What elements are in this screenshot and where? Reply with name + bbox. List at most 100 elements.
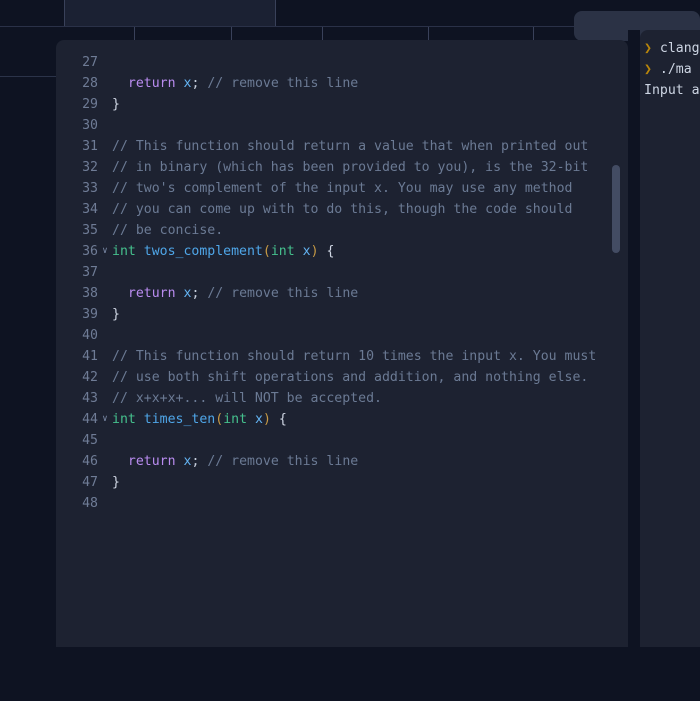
- token-kw: return: [127, 286, 176, 301]
- code-line[interactable]: 41∨// This function should return 10 tim…: [56, 346, 628, 367]
- code-line[interactable]: 43∨// x+x+x+... will NOT be accepted.: [56, 388, 628, 409]
- code-text[interactable]: // two's complement of the input x. You …: [112, 178, 628, 199]
- line-number: 44: [82, 412, 98, 427]
- token-typ: int: [270, 244, 295, 259]
- line-number: 31: [82, 139, 98, 154]
- line-number: 33: [82, 181, 98, 196]
- line-number: 45: [82, 433, 98, 448]
- code-line[interactable]: 28∨ return x; // remove this line: [56, 73, 628, 94]
- line-number: 46: [82, 454, 98, 469]
- token-par: ): [310, 244, 319, 259]
- code-text[interactable]: return x; // remove this line: [112, 73, 628, 94]
- terminal-panel[interactable]: ❯ clang ❯ ./ma Input a: [640, 30, 700, 647]
- code-line[interactable]: 40∨: [56, 325, 628, 346]
- code-line[interactable]: 29∨}: [56, 94, 628, 115]
- top-chrome-bar: [0, 0, 700, 44]
- line-number: 35: [82, 223, 98, 238]
- token-brc: {: [326, 244, 335, 259]
- line-number: 27: [82, 55, 98, 70]
- code-line[interactable]: 45∨: [56, 430, 628, 451]
- line-number: 29: [82, 97, 98, 112]
- code-line[interactable]: 38∨ return x; // remove this line: [56, 283, 628, 304]
- token-kw: return: [127, 76, 176, 91]
- code-text[interactable]: // This function should return 10 times …: [112, 346, 628, 367]
- token-cmt: // This function should return a value t…: [112, 139, 589, 154]
- code-line[interactable]: 35∨// be concise.: [56, 220, 628, 241]
- vertical-scrollbar[interactable]: [612, 40, 620, 647]
- token-cmt: // remove this line: [207, 76, 359, 91]
- code-text[interactable]: [112, 325, 628, 346]
- token-cmt: // in binary (which has been provided to…: [112, 160, 589, 175]
- token-kw: return: [127, 454, 176, 469]
- code-text[interactable]: return x; // remove this line: [112, 451, 628, 472]
- line-number: 39: [82, 307, 98, 322]
- code-line[interactable]: 37∨: [56, 262, 628, 283]
- token-typ: int: [112, 412, 136, 427]
- token-cmt: // be concise.: [112, 223, 224, 238]
- line-number: 48: [82, 496, 98, 511]
- code-text[interactable]: }: [112, 472, 628, 493]
- code-text[interactable]: return x; // remove this line: [112, 283, 628, 304]
- prompt-icon: ❯: [644, 41, 660, 56]
- code-line[interactable]: 48∨: [56, 493, 628, 514]
- code-line[interactable]: 46∨ return x; // remove this line: [56, 451, 628, 472]
- code-line[interactable]: 27∨: [56, 52, 628, 73]
- line-number: 41: [82, 349, 98, 364]
- line-number: 40: [82, 328, 98, 343]
- code-text[interactable]: // use both shift operations and additio…: [112, 367, 628, 388]
- code-text[interactable]: // be concise.: [112, 220, 628, 241]
- token-brc: }: [112, 307, 120, 322]
- app-window: 27∨ 28∨ return x; // remove this line29∨…: [0, 0, 700, 701]
- token-cmt: // remove this line: [207, 454, 359, 469]
- code-text[interactable]: // you can come up with to do this, thou…: [112, 199, 628, 220]
- code-lines-container[interactable]: 27∨ 28∨ return x; // remove this line29∨…: [56, 40, 628, 647]
- token-brc: }: [112, 475, 120, 490]
- code-line[interactable]: 31∨// This function should return a valu…: [56, 136, 628, 157]
- code-text[interactable]: // in binary (which has been provided to…: [112, 157, 628, 178]
- terminal-command: clang: [659, 41, 700, 56]
- code-text[interactable]: [112, 493, 628, 514]
- code-text[interactable]: }: [112, 94, 628, 115]
- token-typ: int: [112, 244, 136, 259]
- code-line[interactable]: 42∨// use both shift operations and addi…: [56, 367, 628, 388]
- code-line[interactable]: 33∨// two's complement of the input x. Y…: [56, 178, 628, 199]
- token-fnm: times_ten: [143, 412, 216, 427]
- code-text[interactable]: [112, 52, 628, 73]
- chevron-down-icon[interactable]: ∨: [98, 409, 112, 430]
- token-cmt: // x+x+x+... will NOT be accepted.: [112, 391, 382, 406]
- token-pun: [136, 412, 144, 427]
- code-text[interactable]: int twos_complement(int x) {: [112, 241, 628, 262]
- active-browser-tab[interactable]: [64, 0, 276, 27]
- line-number: 38: [82, 286, 98, 301]
- terminal-line: ❯ ./ma: [644, 59, 700, 80]
- token-pun: [271, 412, 279, 427]
- code-text[interactable]: }: [112, 304, 628, 325]
- code-text[interactable]: int times_ten(int x) {: [112, 409, 628, 430]
- code-line[interactable]: 34∨// you can come up with to do this, t…: [56, 199, 628, 220]
- token-typ: int: [223, 412, 248, 427]
- token-cmt: // remove this line: [207, 286, 359, 301]
- code-text[interactable]: // x+x+x+... will NOT be accepted.: [112, 388, 628, 409]
- line-number: 47: [82, 475, 98, 490]
- code-text[interactable]: [112, 430, 628, 451]
- code-editor-panel[interactable]: 27∨ 28∨ return x; // remove this line29∨…: [56, 40, 628, 647]
- code-line[interactable]: 30∨: [56, 115, 628, 136]
- terminal-line: ❯ clang: [644, 38, 700, 59]
- token-pun: [112, 454, 128, 469]
- chevron-down-icon[interactable]: ∨: [98, 241, 112, 262]
- code-text[interactable]: // This function should return a value t…: [112, 136, 628, 157]
- terminal-line: Input a: [644, 80, 700, 101]
- line-number: 34: [82, 202, 98, 217]
- code-text[interactable]: [112, 115, 628, 136]
- token-cmt: // use both shift operations and additio…: [112, 370, 589, 385]
- token-cmt: // two's complement of the input x. You …: [112, 181, 573, 196]
- code-line[interactable]: 36 ∨ int twos_complement(int x) {: [56, 241, 628, 262]
- code-text[interactable]: [112, 262, 628, 283]
- token-fnm: twos_complement: [143, 244, 263, 259]
- code-line[interactable]: 44 ∨ int times_ten(int x) {: [56, 409, 628, 430]
- token-brc: {: [278, 412, 287, 427]
- scrollbar-thumb[interactable]: [612, 165, 620, 253]
- code-line[interactable]: 47∨}: [56, 472, 628, 493]
- code-line[interactable]: 32∨// in binary (which has been provided…: [56, 157, 628, 178]
- code-line[interactable]: 39∨}: [56, 304, 628, 325]
